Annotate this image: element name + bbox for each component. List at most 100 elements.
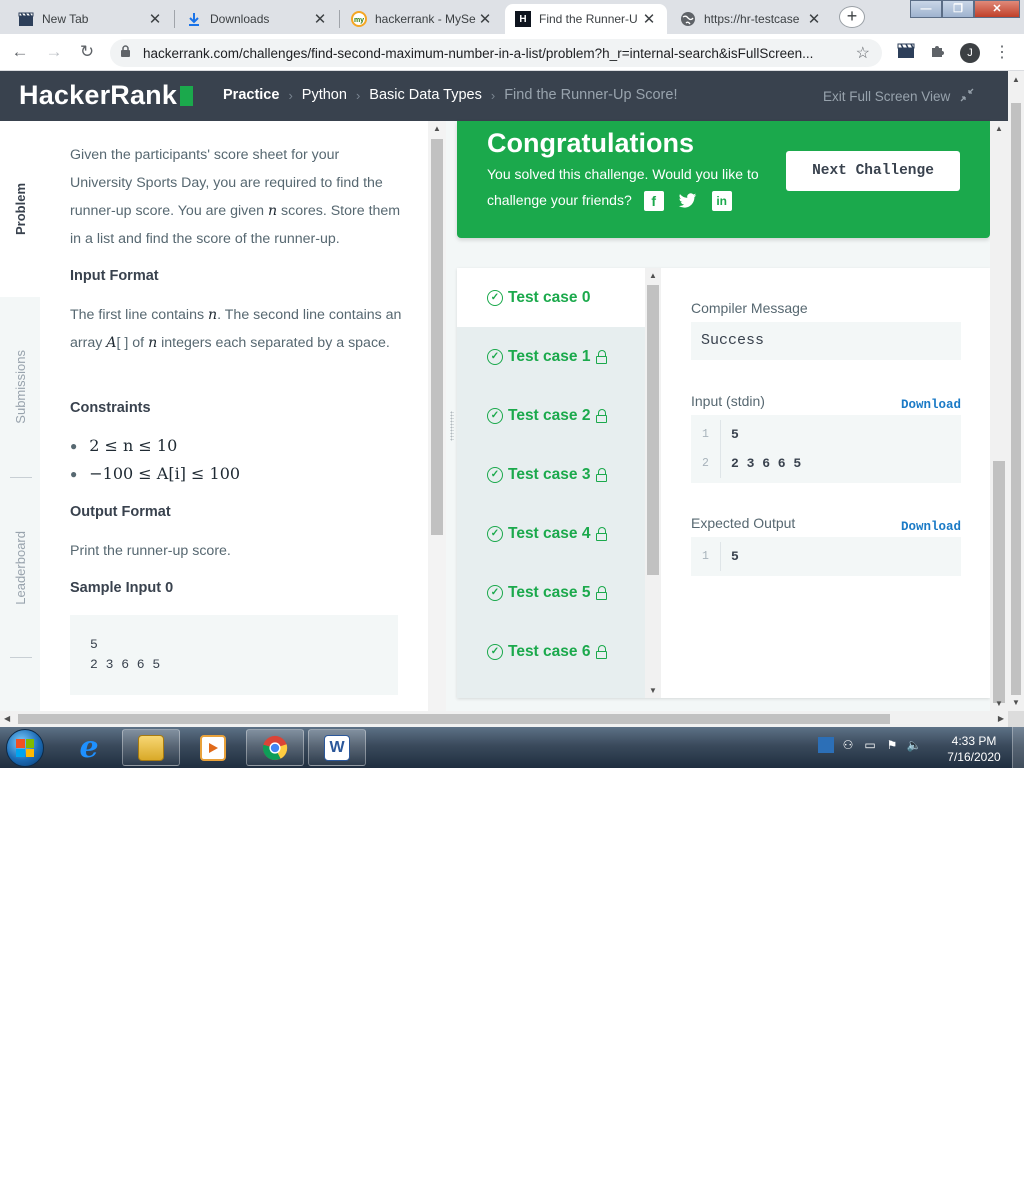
tab-submissions-label: Submissions [12, 350, 28, 424]
close-icon[interactable]: ✕ [477, 10, 493, 28]
breadcrumb-basic-data-types[interactable]: Basic Data Types [369, 87, 482, 103]
close-window-icon[interactable]: ✕ [974, 0, 1020, 18]
lock-icon [120, 45, 134, 61]
tab-new-tab[interactable]: New Tab ✕ [8, 4, 173, 34]
reload-icon[interactable]: ↻ [77, 42, 97, 62]
results-scrollbar-thumb[interactable] [993, 461, 1005, 703]
clapper-extension-icon[interactable] [896, 43, 916, 63]
test-case-scrollbar-thumb[interactable] [647, 285, 659, 575]
problem-statement: Given the participants' score sheet for … [40, 121, 428, 711]
code-line: 1 5 [691, 420, 961, 449]
next-challenge-button[interactable]: Next Challenge [786, 151, 960, 191]
action-center-flag-icon[interactable]: ⚑ [884, 737, 900, 753]
svg-text:my: my [354, 17, 364, 24]
scroll-down-icon[interactable]: ▼ [649, 686, 657, 695]
twitter-icon[interactable] [678, 191, 698, 211]
windows-taskbar: e W ⚇ ▭ ⚑ 🔈 4:33 PM 7/16/2020 [0, 727, 1024, 768]
chevron-right-icon: › [288, 87, 293, 103]
scroll-down-icon[interactable]: ▼ [995, 699, 1003, 708]
minimize-icon[interactable]: — [910, 0, 942, 18]
check-circle-icon: ✓ [487, 584, 503, 601]
input-format-text: The first line contains n. The second li… [70, 307, 402, 351]
hackerrank-logo[interactable]: HackerRank [19, 80, 194, 111]
test-case-6[interactable]: ✓ Test case 6 [457, 622, 645, 681]
tab-find-runner-up[interactable]: H Find the Runner-U ✕ [505, 4, 667, 34]
tab-submissions[interactable]: Submissions [0, 297, 40, 477]
extensions-puzzle-icon[interactable] [927, 43, 947, 63]
maximize-icon[interactable]: ❐ [942, 0, 974, 18]
close-icon[interactable]: ✕ [641, 10, 657, 28]
scroll-up-icon[interactable]: ▲ [433, 124, 441, 133]
test-case-4[interactable]: ✓ Test case 4 [457, 504, 645, 563]
linkedin-icon[interactable]: in [711, 191, 732, 212]
tab-hackerrank-mysearch[interactable]: my hackerrank - MySe ✕ [341, 4, 503, 34]
test-case-2[interactable]: ✓ Test case 2 [457, 386, 645, 445]
clock-date: 7/16/2020 [947, 750, 1001, 764]
clapper-icon [18, 11, 34, 27]
more-menu-icon[interactable]: ⋮ [992, 43, 1012, 63]
taskbar-media-player[interactable] [184, 729, 242, 766]
congratulations-banner: Congratulations You solved this challeng… [457, 121, 990, 238]
forward-icon[interactable]: → [44, 42, 64, 62]
new-tab-button[interactable]: + [839, 6, 865, 28]
sample-input-box: 5 2 3 6 6 5 [70, 615, 398, 695]
scroll-up-icon[interactable]: ▲ [1012, 75, 1020, 84]
lock-icon [596, 644, 608, 659]
scroll-up-icon[interactable]: ▲ [649, 271, 657, 280]
math-n: n [267, 203, 278, 219]
sample-line: 2 3 6 6 5 [90, 657, 161, 672]
back-icon[interactable]: ← [10, 42, 30, 62]
show-desktop-button[interactable] [1012, 727, 1024, 768]
test-case-0[interactable]: ✓ Test case 0 [457, 268, 645, 327]
test-case-detail: Compiler Message Success Input (stdin) D… [691, 268, 961, 698]
breadcrumb-practice[interactable]: Practice [223, 87, 279, 103]
display-icon[interactable]: ▭ [862, 737, 878, 753]
horizontal-scrollbar-thumb[interactable] [18, 714, 890, 724]
exit-full-screen-link[interactable]: Exit Full Screen View [823, 88, 974, 105]
profile-avatar[interactable]: J [960, 43, 980, 63]
tab-downloads[interactable]: Downloads ✕ [176, 4, 338, 34]
tab-leaderboard[interactable]: Leaderboard [0, 479, 40, 657]
page-scrollbar[interactable]: ▲ ▼ [1008, 71, 1024, 711]
people-icon[interactable]: ⚇ [840, 737, 856, 753]
compiler-message-box: Success [691, 322, 961, 360]
taskbar-internet-explorer[interactable]: e [60, 729, 118, 766]
expected-download-link[interactable]: Download [901, 520, 961, 534]
breadcrumb-python[interactable]: Python [302, 87, 347, 103]
scroll-right-icon[interactable]: ▶ [998, 714, 1004, 723]
tab-hr-testcase[interactable]: https://hr-testcase ✕ [670, 4, 832, 34]
page-scrollbar-thumb[interactable] [1011, 103, 1021, 695]
scroll-up-icon[interactable]: ▲ [995, 124, 1003, 133]
results-scrollbar[interactable]: ▲ ▼ [990, 121, 1008, 711]
address-bar[interactable]: hackerrank.com/challenges/find-second-ma… [110, 39, 882, 67]
taskbar-clock[interactable]: 4:33 PM 7/16/2020 [938, 733, 1010, 765]
volume-icon[interactable]: 🔈 [906, 737, 922, 753]
horizontal-scrollbar[interactable]: ◀ ▶ [0, 711, 1008, 727]
taskbar-word[interactable]: W [308, 729, 366, 766]
tab-problem[interactable]: Problem [0, 121, 40, 297]
bookmark-star-icon[interactable]: ☆ [856, 43, 870, 63]
test-case-5[interactable]: ✓ Test case 5 [457, 563, 645, 622]
start-button[interactable] [6, 729, 44, 767]
scroll-down-icon[interactable]: ▼ [1012, 698, 1020, 707]
test-case-3[interactable]: ✓ Test case 3 [457, 445, 645, 504]
close-icon[interactable]: ✕ [147, 10, 163, 28]
close-icon[interactable]: ✕ [312, 10, 328, 28]
check-circle-icon: ✓ [487, 466, 503, 483]
problem-scrollbar[interactable]: ▲ [428, 121, 446, 711]
test-case-label: Test case 6 [508, 642, 591, 660]
input-download-link[interactable]: Download [901, 398, 961, 412]
test-case-1[interactable]: ✓ Test case 1 [457, 327, 645, 386]
tab-problem-label: Problem [12, 182, 28, 235]
network-app-icon[interactable] [818, 737, 834, 753]
close-icon[interactable]: ✕ [806, 10, 822, 28]
internet-explorer-icon: e [79, 730, 99, 765]
facebook-icon[interactable]: f [643, 191, 664, 212]
test-case-scrollbar[interactable]: ▲ ▼ [645, 268, 661, 698]
input-stdin-box: 1 5 2 2 3 6 6 5 [691, 415, 961, 483]
problem-scrollbar-thumb[interactable] [431, 139, 443, 535]
taskbar-chrome[interactable] [246, 729, 304, 766]
scroll-left-icon[interactable]: ◀ [4, 714, 10, 723]
drag-handle-icon[interactable] [450, 411, 454, 441]
taskbar-file-explorer[interactable] [122, 729, 180, 766]
